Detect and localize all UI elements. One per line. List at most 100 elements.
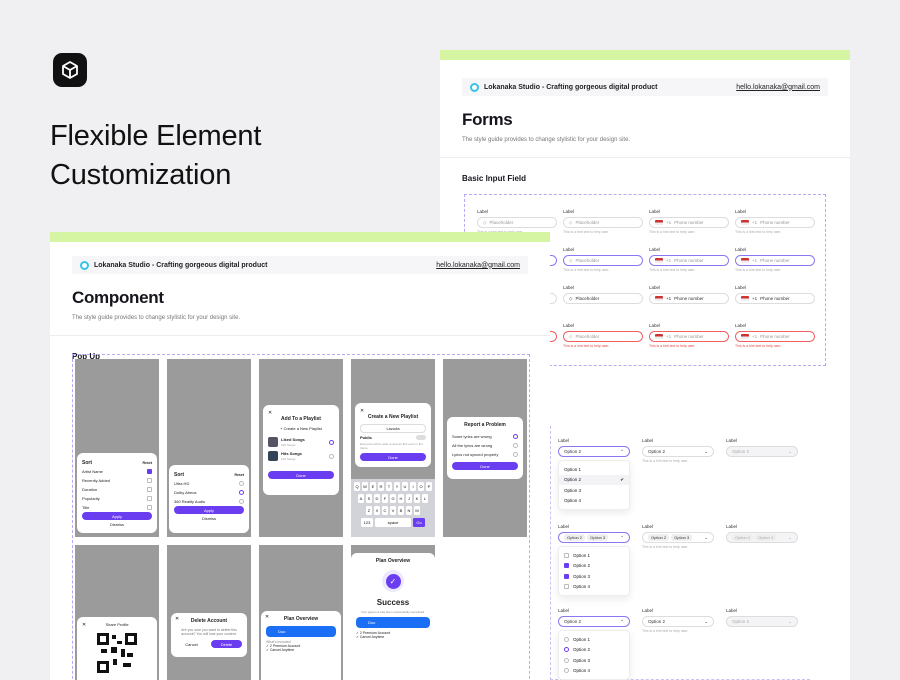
create-playlist-link[interactable]: + Create a New Playlist <box>268 426 334 431</box>
keyboard-key[interactable]: P <box>426 482 432 491</box>
keyboard-key[interactable]: V <box>390 506 396 515</box>
divider <box>50 335 550 336</box>
keyboard-key[interactable]: J <box>406 494 412 503</box>
field-label: Label <box>735 209 747 214</box>
text-input[interactable]: ◇Placeholder <box>563 217 643 228</box>
keyboard-key[interactable]: B <box>398 506 404 515</box>
option-row[interactable]: 360 Reality Audio <box>174 497 244 506</box>
keyboard-key[interactable]: G <box>390 494 396 503</box>
radio-selected-icon <box>564 647 569 653</box>
keyboard-key[interactable]: W <box>362 482 368 491</box>
key-go[interactable]: Go <box>413 518 425 527</box>
menu-item[interactable]: Option 3 <box>559 655 629 666</box>
apply-button[interactable]: Apply <box>174 506 244 514</box>
text-input[interactable]: ◇Placeholder <box>563 255 643 266</box>
menu-item[interactable]: Option 2 <box>559 561 629 572</box>
menu-item[interactable]: Option 4 <box>559 496 629 507</box>
done-button[interactable]: Done <box>268 471 334 479</box>
keyboard-key[interactable]: Q <box>354 482 360 491</box>
phone-input[interactable]: +1 Phone number <box>735 255 815 266</box>
menu-item[interactable]: Option 1 <box>559 550 629 561</box>
option-row[interactable]: Dolby Atmos <box>174 488 244 497</box>
menu-item[interactable]: Option 4 <box>559 582 629 593</box>
keyboard-key[interactable]: K <box>414 494 420 503</box>
option-row[interactable]: Title <box>82 503 152 512</box>
reset-button[interactable]: Reset <box>142 461 152 465</box>
option-row[interactable]: Lyrics not synced properly <box>452 450 518 459</box>
keyboard-key[interactable]: A <box>358 494 364 503</box>
dismiss-button[interactable]: Dismiss <box>174 516 244 521</box>
option-row[interactable]: Ultra HD <box>174 479 244 488</box>
dropdown-select[interactable]: Option 2 ⌄ <box>642 446 714 457</box>
app-logo <box>53 53 87 87</box>
done-button[interactable]: Done <box>452 462 518 470</box>
menu-item[interactable]: Option 4 <box>559 666 629 677</box>
reset-button[interactable]: Reset <box>234 473 244 477</box>
phone-input[interactable]: +1 Phone number <box>649 217 729 228</box>
checkbox-icon <box>147 487 152 492</box>
key-123[interactable]: 123 <box>361 518 373 527</box>
keyboard-key[interactable]: S <box>366 494 372 503</box>
contact-email-link[interactable]: hello.lokanaka@gmail.com <box>436 262 520 269</box>
toggle-switch[interactable] <box>416 435 426 440</box>
plan-card[interactable]: Duo <box>356 617 430 628</box>
menu-item[interactable]: Option 2 <box>559 645 629 656</box>
close-icon[interactable]: ✕ <box>265 614 269 620</box>
check-icon: ✔ <box>620 476 624 482</box>
text-input[interactable]: ◇Placeholder <box>477 217 557 228</box>
phone-input[interactable]: +1 Phone number <box>735 217 815 228</box>
contact-email-link[interactable]: hello.lokanaka@gmail.com <box>736 84 820 91</box>
radio-select[interactable]: Option 2 ⌄ <box>642 616 714 627</box>
done-button[interactable]: Done <box>360 453 426 461</box>
keyboard-key[interactable]: M <box>414 506 420 515</box>
option-row[interactable]: Artist Name <box>82 467 152 476</box>
text-input[interactable]: ◇Placeholder <box>563 331 643 342</box>
key-space[interactable]: space <box>375 518 411 527</box>
keyboard-key[interactable]: O <box>418 482 424 491</box>
keyboard-key[interactable]: X <box>374 506 380 515</box>
option-row[interactable]: Duration <box>82 485 152 494</box>
keyboard-key[interactable]: H <box>398 494 404 503</box>
keyboard-key[interactable]: T <box>386 482 392 491</box>
hint-text: This is a hint text to help user. <box>563 230 610 234</box>
option-row[interactable]: All the lyrics are wrong <box>452 441 518 450</box>
menu-item[interactable]: Option 1 <box>559 634 629 645</box>
menu-item[interactable]: Option 3 <box>559 485 629 496</box>
phone-input[interactable]: +1 Phone number <box>735 293 815 304</box>
field-label: Label <box>735 323 747 328</box>
dropdown-select[interactable]: Option 2 ⌃ <box>558 446 630 457</box>
keyboard-key[interactable]: D <box>374 494 380 503</box>
cancel-button[interactable]: Cancel <box>176 642 207 647</box>
multiselect[interactable]: Option 2 Option 3 ⌄ <box>642 532 714 543</box>
keyboard-key[interactable]: R <box>378 482 384 491</box>
option-row[interactable]: Some lyrics are wrong <box>452 432 518 441</box>
close-icon[interactable]: ✕ <box>175 616 179 622</box>
delete-button[interactable]: Delete <box>211 640 242 648</box>
multiselect[interactable]: Option 2 Option 3 ⌃ <box>558 532 630 543</box>
phone-input[interactable]: +1 Phone number <box>649 331 729 342</box>
menu-item[interactable]: Option 3 <box>559 571 629 582</box>
keyboard-key[interactable]: L <box>422 494 428 503</box>
keyboard-key[interactable]: Y <box>394 482 400 491</box>
hero-title: Flexible Element Customization <box>50 117 261 195</box>
keyboard-key[interactable]: I <box>410 482 416 491</box>
keyboard-key[interactable]: Z <box>366 506 372 515</box>
keyboard-key[interactable]: E <box>370 482 376 491</box>
keyboard-key[interactable]: F <box>382 494 388 503</box>
radio-select[interactable]: Option 2 ⌃ <box>558 616 630 627</box>
apply-button[interactable]: Apply <box>82 512 152 520</box>
option-row[interactable]: Recently Added <box>82 476 152 485</box>
plan-card[interactable]: Duo <box>266 626 336 637</box>
playlist-name-input[interactable]: Lazuda <box>360 424 426 433</box>
phone-input[interactable]: +1 Phone number <box>649 293 729 304</box>
menu-item[interactable]: Option 1 <box>559 464 629 475</box>
keyboard-key[interactable]: C <box>382 506 388 515</box>
phone-input[interactable]: +1 Phone number <box>735 331 815 342</box>
option-row[interactable]: Popularity <box>82 494 152 503</box>
keyboard-key[interactable]: N <box>406 506 412 515</box>
text-input[interactable]: ◇Placeholder <box>563 293 643 304</box>
phone-input[interactable]: +1 Phone number <box>649 255 729 266</box>
dismiss-button[interactable]: Dismiss <box>82 522 152 527</box>
menu-item-selected[interactable]: Option 2 ✔ <box>559 474 629 485</box>
keyboard-key[interactable]: U <box>402 482 408 491</box>
